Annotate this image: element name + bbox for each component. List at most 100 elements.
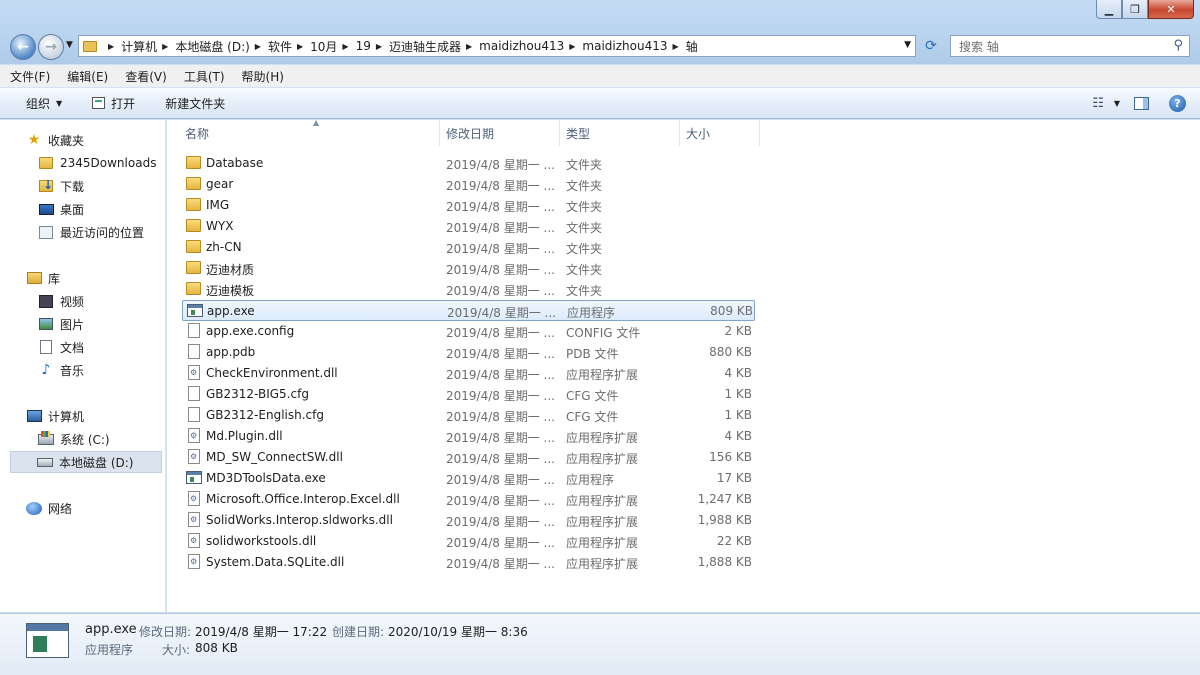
menu-help[interactable]: 帮助(H) [242, 68, 284, 85]
file-row[interactable]: app.exe.config 2019/4/8 星期一 ... CONFIG 文件 2… [182, 321, 755, 342]
file-row[interactable]: Database 2019/4/8 星期一 ... 文件夹 [182, 153, 755, 174]
file-row[interactable]: zh-CN 2019/4/8 星期一 ... 文件夹 [182, 237, 755, 258]
breadcrumb-item[interactable]: ▶ 10月 [292, 38, 337, 55]
nav-item-drive-c[interactable]: 系统 (C:) [38, 428, 110, 450]
breadcrumb-separator-icon[interactable]: ▶ [297, 42, 303, 51]
breadcrumb-item[interactable]: ▶ 计算机 [103, 38, 157, 55]
breadcrumb-item[interactable]: ▶ 19 [337, 38, 370, 55]
dll-file-icon [188, 365, 200, 380]
recent-pages-dropdown[interactable]: ▼ [66, 40, 73, 50]
file-row[interactable]: IMG 2019/4/8 星期一 ... 文件夹 [182, 195, 755, 216]
breadcrumb-separator-icon[interactable]: ▶ [108, 42, 114, 51]
menu-file[interactable]: 文件(F) [10, 68, 50, 85]
column-header-name[interactable]: ▲ 名称 [179, 118, 440, 146]
file-type: 文件夹 [566, 200, 603, 214]
open-button[interactable]: 打开 [92, 95, 135, 112]
breadcrumb-label: 轴 [685, 39, 698, 54]
file-row[interactable]: WYX 2019/4/8 星期一 ... 文件夹 [182, 216, 755, 237]
nav-libraries[interactable]: 库 [26, 267, 60, 289]
sort-ascending-icon: ▲ [313, 118, 320, 127]
close-button[interactable]: ✕ [1148, 0, 1194, 19]
file-row[interactable]: Md.Plugin.dll 2019/4/8 星期一 ... 应用程序扩展 4 KB [182, 426, 755, 447]
file-modified-date: 2019/4/8 星期一 ... [446, 452, 555, 466]
breadcrumb-separator-icon[interactable]: ▶ [255, 42, 261, 51]
search-box[interactable]: 搜索 轴 ⚲ [950, 35, 1190, 57]
nav-item-desktop[interactable]: 桌面 [38, 198, 84, 220]
file-row[interactable]: 迈迪材质 2019/4/8 星期一 ... 文件夹 [182, 258, 755, 279]
folder-icon [186, 240, 201, 253]
file-name: GB2312-BIG5.cfg [206, 387, 309, 401]
breadcrumb-separator-icon[interactable]: ▶ [466, 42, 472, 51]
file-type: 应用程序扩展 [566, 368, 639, 382]
address-bar[interactable]: ▶ 计算机 ▶ 本地磁盘 (D:) ▶ 软件 ▶ 10月 ▶ 19 ▶ 迈迪轴生成器 ▶ maidizho… [78, 35, 916, 57]
file-size: 1,247 KB [697, 492, 752, 506]
menu-tools[interactable]: 工具(T) [184, 68, 225, 85]
file-row[interactable]: CheckEnvironment.dll 2019/4/8 星期一 ... 应用程序… [182, 363, 755, 384]
nav-label: 桌面 [60, 202, 85, 217]
nav-network[interactable]: 网络 [26, 497, 72, 519]
nav-item-recent-places[interactable]: 最近访问的位置 [38, 221, 144, 243]
nav-label: 系统 (C:) [60, 432, 110, 447]
file-row[interactable]: GB2312-BIG5.cfg 2019/4/8 星期一 ... CFG 文件 1 K… [182, 384, 755, 405]
file-name: zh-CN [206, 240, 242, 254]
breadcrumb-separator-icon[interactable]: ▶ [569, 42, 575, 51]
preview-pane-icon[interactable] [1134, 97, 1149, 110]
breadcrumb-item[interactable]: ▶ maidizhou413 [564, 38, 667, 55]
nav-item-pictures[interactable]: 图片 [38, 313, 84, 335]
column-header-size[interactable]: 大小 [680, 120, 760, 146]
file-modified-date: 2019/4/8 星期一 ... [447, 306, 556, 320]
menu-view[interactable]: 查看(V) [125, 68, 167, 85]
search-icon[interactable]: ⚲ [1173, 38, 1183, 53]
new-folder-button[interactable]: 新建文件夹 [165, 95, 225, 112]
new-folder-label: 新建文件夹 [165, 96, 226, 111]
file-row[interactable]: solidworkstools.dll 2019/4/8 星期一 ... 应用程序扩… [182, 531, 755, 552]
file-row[interactable]: GB2312-English.cfg 2019/4/8 星期一 ... CFG 文件… [182, 405, 755, 426]
file-row[interactable]: SolidWorks.Interop.sldworks.dll 2019/4/8 … [182, 510, 755, 531]
nav-item-documents[interactable]: 文档 [38, 336, 84, 358]
column-label: 类型 [566, 126, 591, 141]
nav-label: 下载 [60, 179, 85, 194]
column-header-date[interactable]: 修改日期 [440, 120, 560, 146]
breadcrumb-separator-icon[interactable]: ▶ [342, 42, 348, 51]
breadcrumb-item[interactable]: ▶ 软件 [250, 38, 292, 55]
maximize-button[interactable]: ❐ [1122, 0, 1148, 19]
breadcrumb-separator-icon[interactable]: ▶ [376, 42, 382, 51]
forward-button[interactable]: → [38, 34, 64, 60]
breadcrumb-item[interactable]: ▶ 迈迪轴生成器 [371, 38, 461, 55]
view-dropdown-icon[interactable]: ▼ [1114, 99, 1120, 108]
back-button[interactable]: ← [10, 34, 36, 60]
nav-item-downloads[interactable]: 下载 [38, 175, 84, 197]
breadcrumb-item[interactable]: ▶ 轴 [668, 38, 698, 55]
file-row[interactable]: System.Data.SQLite.dll 2019/4/8 星期一 ... 应用… [182, 552, 755, 573]
address-dropdown-icon[interactable]: ▼ [904, 40, 911, 50]
file-row[interactable]: app.exe 2019/4/8 星期一 ... 应用程序 809 KB [182, 300, 755, 321]
file-row[interactable]: MD3DToolsData.exe 2019/4/8 星期一 ... 应用程序 17 … [182, 468, 755, 489]
help-icon[interactable]: ? [1169, 95, 1186, 112]
breadcrumb-item[interactable]: ▶ 本地磁盘 (D:) [157, 38, 250, 55]
minimize-button[interactable]: ▁ [1096, 0, 1122, 19]
view-options-icon[interactable]: ☷ [1092, 96, 1104, 111]
nav-item-music[interactable]: ♪ 音乐 [38, 359, 84, 381]
menu-edit[interactable]: 编辑(E) [67, 68, 108, 85]
breadcrumb-label: 19 [355, 39, 371, 53]
nav-item-2345downloads[interactable]: 2345Downloads [38, 152, 156, 174]
file-row[interactable]: 迈迪模板 2019/4/8 星期一 ... 文件夹 [182, 279, 755, 300]
file-row[interactable]: app.pdb 2019/4/8 星期一 ... PDB 文件 880 KB [182, 342, 755, 363]
breadcrumb-separator-icon[interactable]: ▶ [673, 42, 679, 51]
nav-item-drive-d[interactable]: 本地磁盘 (D:) [10, 451, 162, 473]
breadcrumb-label: 软件 [267, 39, 292, 54]
file-row[interactable]: MD_SW_ConnectSW.dll 2019/4/8 星期一 ... 应用程序扩… [182, 447, 755, 468]
breadcrumb-item[interactable]: ▶ maidizhou413 [461, 38, 564, 55]
nav-favorites[interactable]: ★ 收藏夹 [26, 129, 84, 151]
refresh-button[interactable]: ⟳ [920, 36, 942, 56]
file-name: Database [206, 156, 264, 170]
file-row[interactable]: gear 2019/4/8 星期一 ... 文件夹 [182, 174, 755, 195]
column-header-type[interactable]: 类型 [560, 120, 680, 146]
file-type: CONFIG 文件 [566, 326, 641, 340]
file-row[interactable]: Microsoft.Office.Interop.Excel.dll 2019/4… [182, 489, 755, 510]
file-size: 2 KB [724, 324, 752, 338]
nav-computer[interactable]: 计算机 [26, 405, 84, 427]
breadcrumb-separator-icon[interactable]: ▶ [162, 42, 168, 51]
organize-button[interactable]: 组织 ▼ [26, 95, 62, 112]
nav-item-videos[interactable]: 视频 [38, 290, 84, 312]
